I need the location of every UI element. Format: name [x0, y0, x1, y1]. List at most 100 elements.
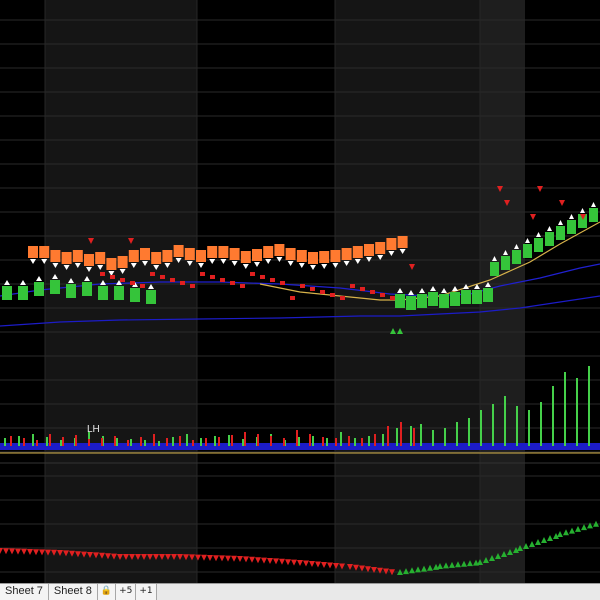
osc-up-arrow	[529, 541, 535, 547]
orange-band-bar	[128, 250, 139, 262]
osc-down-arrow	[321, 562, 327, 568]
add-sheet-icon[interactable]: +5	[116, 584, 137, 600]
red-candle	[160, 275, 165, 279]
volume-bar-green	[158, 441, 160, 446]
sheet-nav-icon[interactable]: +1	[136, 584, 157, 600]
orange-band-bar	[364, 244, 374, 256]
white-down-arrow	[220, 259, 227, 264]
volume-bar-green	[492, 404, 494, 446]
green-band-bar	[114, 286, 124, 300]
red-candle	[230, 281, 235, 285]
osc-down-arrow	[3, 548, 9, 555]
volume-bar-green	[242, 439, 244, 446]
white-down-arrow	[287, 261, 294, 266]
orange-band-bar	[319, 251, 330, 263]
white-up-arrow	[525, 238, 530, 243]
green-band-bar	[483, 288, 493, 302]
volume-bar-red	[348, 436, 350, 446]
osc-up-arrow	[581, 524, 587, 531]
orange-band-bar	[330, 250, 341, 262]
red-candle	[170, 278, 175, 282]
volume-bar-red	[244, 432, 246, 446]
green-band-bar	[395, 294, 405, 308]
lock-icon[interactable]: 🔒	[97, 584, 117, 600]
volume-bar-red	[10, 436, 12, 446]
red-candle	[210, 275, 215, 279]
volume-bar-green	[480, 410, 482, 446]
green-band-bar	[406, 296, 416, 310]
red-candle	[100, 272, 105, 276]
white-up-arrow	[20, 280, 26, 285]
orange-band-bar	[274, 244, 285, 256]
volume-bar-red	[387, 426, 389, 446]
white-up-arrow	[547, 226, 552, 231]
osc-down-arrow	[15, 548, 21, 555]
green-band-bar	[82, 282, 92, 296]
white-down-arrow	[231, 261, 238, 266]
osc-up-arrow	[535, 539, 541, 545]
white-down-arrow	[198, 263, 204, 268]
volume-bar-red	[127, 440, 129, 446]
green-band-bar	[490, 262, 499, 276]
orange-band-bar	[50, 250, 61, 262]
red-down-arrow	[537, 186, 543, 192]
orange-band-bar	[39, 246, 50, 258]
red-candle	[320, 290, 325, 294]
volume-bar-red	[231, 435, 233, 446]
volume-bar-red	[413, 428, 415, 446]
volume-bar-red	[114, 436, 116, 446]
green-band-bar	[567, 220, 576, 234]
volume-bar-red	[101, 438, 103, 446]
volume-bar-green	[528, 410, 530, 446]
orange-band-bar	[386, 238, 397, 250]
green-band-bar	[534, 238, 543, 252]
osc-down-arrow	[285, 559, 291, 566]
volume-bar-green	[144, 440, 146, 446]
tab-sheet-8[interactable]: Sheet 8	[48, 584, 98, 600]
red-candle	[180, 281, 185, 285]
white-up-arrow	[536, 232, 541, 237]
osc-up-arrow	[557, 531, 563, 537]
tab-sheet-7[interactable]: Sheet 7	[0, 584, 49, 600]
orange-band-bar	[84, 254, 94, 266]
volume-bar-red	[205, 438, 207, 446]
osc-down-arrow	[261, 557, 267, 564]
osc-down-arrow	[267, 558, 273, 564]
volume-bar-green	[340, 432, 342, 446]
lh-annotation: LH	[87, 424, 100, 435]
volume-bar-red	[322, 437, 324, 446]
red-candle	[250, 272, 255, 276]
red-candle	[270, 278, 275, 282]
volume-bar-green	[540, 402, 542, 446]
red-candle	[200, 272, 205, 276]
red-candle	[190, 284, 195, 288]
volume-bar-red	[36, 440, 38, 446]
green-band-bar	[589, 208, 598, 222]
orange-band-bar	[229, 248, 240, 260]
red-candle	[300, 284, 305, 288]
osc-down-arrow	[33, 549, 39, 556]
volume-bar-green	[18, 436, 20, 446]
red-candle	[390, 296, 395, 300]
osc-down-arrow	[231, 555, 237, 562]
white-down-arrow	[254, 262, 260, 267]
red-candle	[290, 296, 295, 300]
chart-area[interactable]	[0, 0, 600, 583]
volume-bar-green	[354, 438, 356, 446]
white-up-arrow	[591, 202, 596, 207]
white-up-arrow	[558, 220, 563, 225]
osc-down-arrow	[315, 561, 321, 568]
orange-band-bar	[397, 236, 408, 248]
osc-up-arrow	[587, 522, 593, 529]
orange-band-bar	[296, 250, 307, 262]
green-band-bar	[98, 286, 108, 300]
red-candle	[120, 278, 125, 282]
orange-band-bar	[196, 250, 206, 262]
green-band-bar	[417, 294, 427, 308]
volume-bar-green	[588, 366, 590, 446]
volume-bar-green	[420, 424, 422, 446]
volume-bar-red	[75, 435, 77, 446]
sheet-tab-bar: Sheet 7 Sheet 8 🔒 +5 +1	[0, 583, 600, 600]
volume-bar-green	[326, 438, 328, 446]
orange-band-bar	[341, 248, 352, 260]
